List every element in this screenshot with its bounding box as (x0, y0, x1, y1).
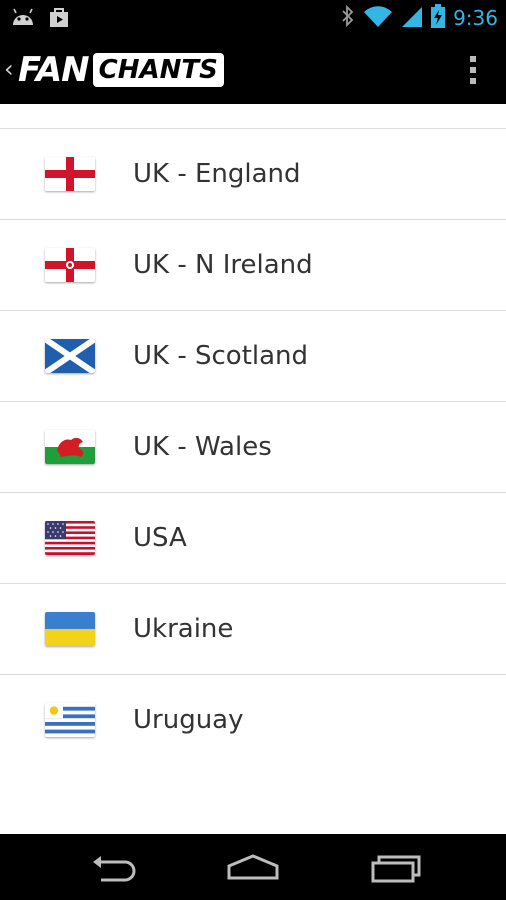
list-item-label: Ukraine (133, 614, 234, 644)
home-icon[interactable] (223, 848, 283, 886)
status-left (10, 6, 70, 32)
country-list: UK - England UK - N Ireland UK - Scotlan… (0, 104, 506, 834)
scotland-flag-icon (45, 339, 95, 373)
list-item-ukraine[interactable]: Ukraine (0, 584, 506, 675)
list-item-uk-wales[interactable]: UK - Wales (0, 402, 506, 493)
list-item-label: USA (133, 523, 187, 553)
logo-fan-text: FAN (18, 50, 90, 90)
status-bar: 9:36 (0, 0, 506, 36)
list-item-uk-n-ireland[interactable]: UK - N Ireland (0, 220, 506, 311)
list-item-label: Uruguay (133, 705, 244, 735)
back-chevron-icon[interactable]: ‹ (4, 54, 14, 84)
list-item-label: UK - N Ireland (133, 250, 313, 280)
england-flag-icon (45, 157, 95, 191)
overflow-dot (470, 67, 476, 73)
ukraine-flag-icon (45, 612, 95, 646)
wifi-icon (363, 4, 393, 32)
bluetooth-icon (341, 4, 355, 32)
recent-apps-icon[interactable] (366, 848, 426, 886)
navigation-bar (0, 834, 506, 900)
list-item-usa[interactable]: USA (0, 493, 506, 584)
status-right: 9:36 (341, 4, 498, 32)
status-time: 9:36 (453, 6, 498, 30)
list-item-label: UK - Scotland (133, 341, 309, 371)
list-top-divider (0, 104, 506, 129)
list-item-label: UK - Wales (133, 432, 272, 462)
list-item-uruguay[interactable]: Uruguay (0, 675, 506, 765)
list-item-label: UK - England (133, 159, 301, 189)
list-item-uk-scotland[interactable]: UK - Scotland (0, 311, 506, 402)
logo-chants-text: CHANTS (92, 53, 224, 87)
action-bar: ‹ FAN CHANTS (0, 36, 506, 104)
overflow-dot (470, 78, 476, 84)
list-item-uk-england[interactable]: UK - England (0, 129, 506, 220)
app-logo[interactable]: FAN CHANTS (18, 50, 224, 90)
uruguay-flag-icon (45, 703, 95, 737)
bag-icon (48, 6, 70, 32)
overflow-dot (470, 56, 476, 62)
overflow-menu-icon[interactable] (470, 56, 476, 84)
android-icon (10, 7, 36, 31)
usa-flag-icon (45, 521, 95, 555)
northern-ireland-flag-icon (45, 248, 95, 282)
back-icon[interactable] (84, 848, 144, 886)
signal-icon (401, 4, 423, 32)
wales-flag-icon (45, 430, 95, 464)
battery-icon (431, 4, 446, 32)
